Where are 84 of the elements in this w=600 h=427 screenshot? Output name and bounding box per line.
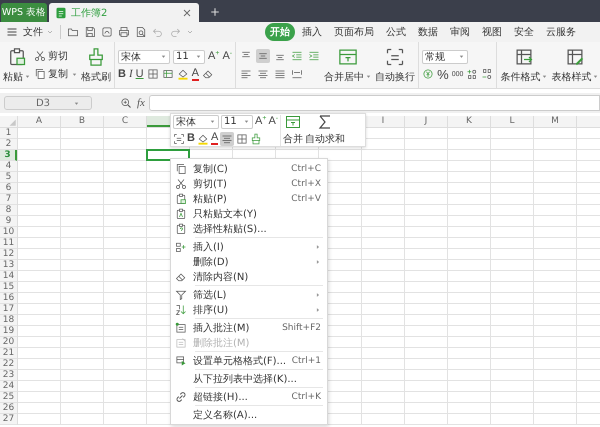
row-header[interactable]: 24 xyxy=(0,381,17,392)
menu-item[interactable]: 插入批注(M) Shift+F2 xyxy=(171,320,327,335)
row-header[interactable]: 16 xyxy=(0,293,17,304)
row-header[interactable]: 4 xyxy=(0,161,17,172)
column-header[interactable]: J xyxy=(405,116,448,127)
ribbon-tab[interactable]: 页面布局 xyxy=(329,23,379,41)
italic-button[interactable]: I xyxy=(128,68,133,80)
menu-item[interactable]: 清除内容(N) xyxy=(171,269,327,284)
column-header[interactable]: A xyxy=(18,116,61,127)
row-header[interactable]: 23 xyxy=(0,370,17,381)
menu-item[interactable]: 超链接(H)... Ctrl+K xyxy=(171,389,327,404)
menu-item[interactable]: 设置单元格格式(F)... Ctrl+1 xyxy=(171,353,327,368)
row-header[interactable]: 14 xyxy=(0,271,17,282)
app-tab[interactable]: WPS 表格 xyxy=(1,3,47,22)
column-header[interactable]: K xyxy=(448,116,491,127)
ribbon-tab[interactable]: 插入 xyxy=(297,23,327,41)
name-box[interactable]: D3 xyxy=(4,96,92,110)
menu-item[interactable]: 筛选(L) xyxy=(171,287,327,302)
column-header[interactable]: M xyxy=(534,116,577,127)
format-painter-button[interactable]: 格式刷 xyxy=(81,46,111,84)
row-header[interactable]: 7 xyxy=(0,194,17,205)
row-header[interactable]: 10 xyxy=(0,227,17,238)
menu-item[interactable]: 选择性粘贴(S)... xyxy=(171,221,327,236)
row-header[interactable]: 26 xyxy=(0,403,17,414)
row-header[interactable]: 8 xyxy=(0,205,17,216)
menu-item[interactable]: 从下拉列表中选择(K)... xyxy=(171,371,327,386)
menu-item[interactable]: 删除(D) xyxy=(171,254,327,269)
font-select[interactable]: 宋体 xyxy=(118,50,170,64)
row-header[interactable]: 19 xyxy=(0,326,17,337)
menu-item[interactable]: 粘贴(P) Ctrl+V xyxy=(171,191,327,206)
bold-button[interactable]: B xyxy=(118,68,126,80)
row-header[interactable]: 20 xyxy=(0,337,17,348)
number-format-select[interactable]: 常规 xyxy=(422,50,468,64)
ribbon-tab[interactable]: 视图 xyxy=(477,23,507,41)
font-color-button[interactable]: A xyxy=(210,132,218,145)
menu-item[interactable]: 定义名称(A)... xyxy=(171,407,327,422)
menu-item[interactable]: 插入(I) xyxy=(171,239,327,254)
function-button[interactable]: fx xyxy=(137,97,145,109)
row-header[interactable]: 6 xyxy=(0,183,17,194)
row-header[interactable]: 17 xyxy=(0,304,17,315)
font-color-button[interactable]: A xyxy=(192,68,199,80)
row-header[interactable]: 22 xyxy=(0,359,17,370)
menu-item[interactable]: 复制(C) Ctrl+C xyxy=(171,161,327,176)
cut-button[interactable]: 剪切 xyxy=(34,49,78,63)
percent-button[interactable]: % xyxy=(437,68,449,80)
bold-button[interactable]: B xyxy=(187,132,195,145)
ribbon-tab[interactable]: 云服务 xyxy=(541,23,581,41)
row-header[interactable]: 18 xyxy=(0,315,17,326)
font-size-select[interactable]: 11 xyxy=(221,114,253,128)
font-select[interactable]: 宋体 xyxy=(173,114,219,128)
grow-font-button[interactable]: A$^{+}$ xyxy=(208,50,220,63)
menu-item[interactable]: 只粘贴文本(Y) xyxy=(171,206,327,221)
ribbon-tab[interactable]: 审阅 xyxy=(445,23,475,41)
table-style-button[interactable]: 表格样式 xyxy=(551,46,600,84)
menu-item[interactable]: 排序(U) xyxy=(171,302,327,317)
row-header[interactable]: 11 xyxy=(0,238,17,249)
copy-button[interactable]: 复制 xyxy=(34,67,78,81)
row-header[interactable]: 21 xyxy=(0,348,17,359)
autosum-button[interactable]: 自动求和 xyxy=(305,114,346,146)
column-header[interactable]: B xyxy=(61,116,104,127)
menu-item[interactable]: 剪切(T) Ctrl+X xyxy=(171,176,327,191)
paste-button[interactable]: 粘贴 xyxy=(3,46,31,84)
row-header[interactable]: 15 xyxy=(0,282,17,293)
merge-button[interactable]: 合并 xyxy=(283,114,304,146)
row-header[interactable]: 1 xyxy=(0,128,17,139)
row-header[interactable]: 13 xyxy=(0,260,17,271)
merge-center-button[interactable]: 合并居中 xyxy=(324,46,372,84)
row-header[interactable]: 25 xyxy=(0,392,17,403)
shrink-font-button[interactable]: A$^{-}$ xyxy=(268,115,278,128)
ribbon-tab[interactable]: 安全 xyxy=(509,23,539,41)
wrap-text-button[interactable]: 自动换行 xyxy=(375,46,416,84)
underline-button[interactable]: U xyxy=(136,68,144,80)
shrink-font-button[interactable]: A$^{-}$ xyxy=(222,50,232,63)
conditional-format-button[interactable]: 条件格式 xyxy=(500,46,548,84)
grow-font-button[interactable]: A$^{+}$ xyxy=(255,115,266,128)
row-header[interactable]: 12 xyxy=(0,249,17,260)
row-header[interactable]: 27 xyxy=(0,414,17,425)
ribbon-tab[interactable]: 公式 xyxy=(381,23,411,41)
row-header[interactable]: 9 xyxy=(0,216,17,227)
row-header[interactable]: 5 xyxy=(0,172,17,183)
ribbon-tab[interactable]: 数据 xyxy=(413,23,443,41)
font-size-select[interactable]: 11 xyxy=(173,50,205,64)
file-menu[interactable]: 文件 xyxy=(23,25,43,39)
column-header[interactable]: L xyxy=(491,116,534,127)
